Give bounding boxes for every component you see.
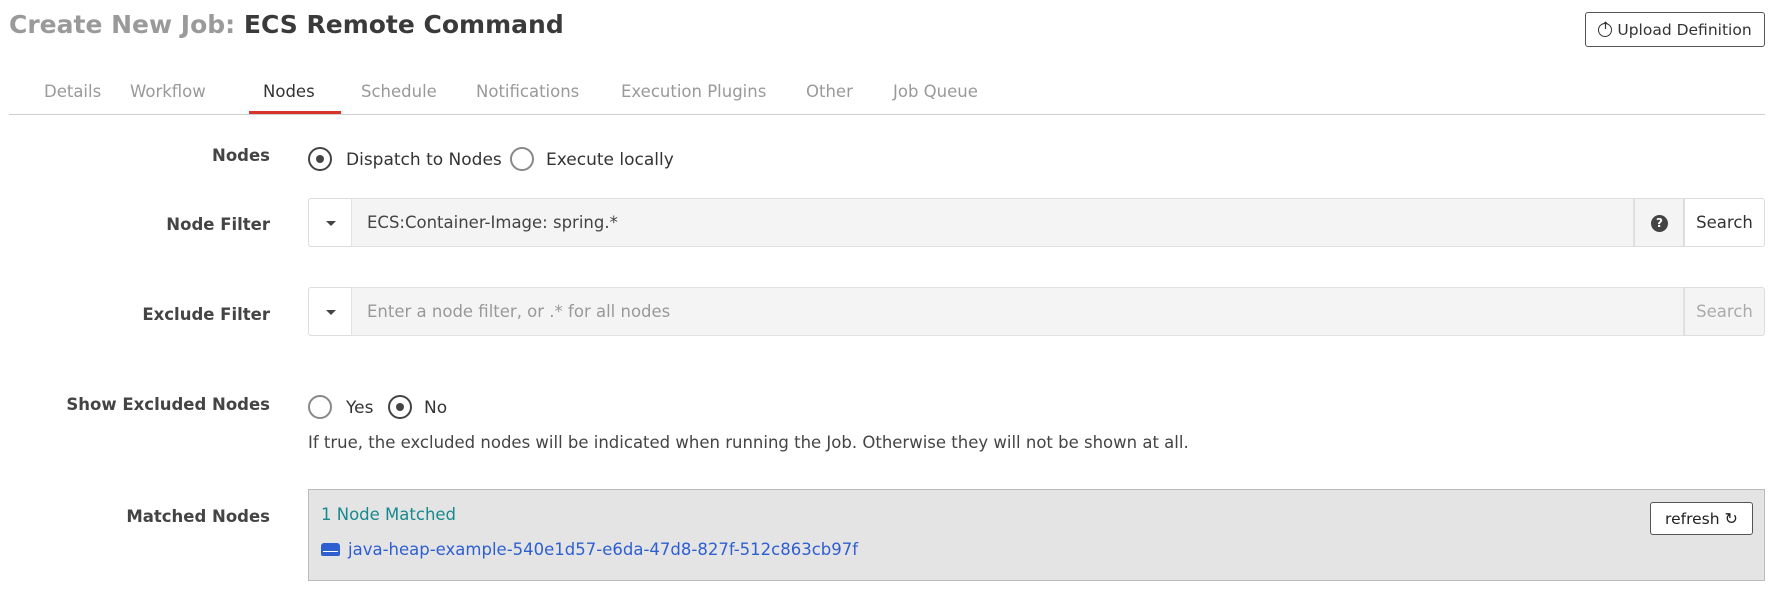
dispatch-to-nodes-label[interactable]: Dispatch to Nodes bbox=[346, 150, 502, 170]
node-filter-label: Node Filter bbox=[166, 215, 270, 234]
show-excluded-label: Show Excluded Nodes bbox=[66, 395, 270, 414]
title-prefix: Create New Job: bbox=[9, 10, 236, 39]
refresh-button[interactable]: refresh ↻ bbox=[1650, 502, 1753, 535]
show-excluded-no-radio[interactable] bbox=[388, 395, 412, 419]
page-title: Create New Job: ECS Remote Command bbox=[9, 10, 564, 39]
show-excluded-no-label[interactable]: No bbox=[424, 398, 447, 418]
tab-bar: Details Workflow Nodes Schedule Notifica… bbox=[9, 76, 1765, 115]
matched-nodes-label: Matched Nodes bbox=[126, 507, 270, 526]
tab-workflow[interactable]: Workflow bbox=[130, 82, 206, 101]
upload-definition-label: Upload Definition bbox=[1617, 20, 1752, 39]
node-filter-input[interactable] bbox=[351, 198, 1634, 247]
tab-details[interactable]: Details bbox=[44, 82, 101, 101]
tab-job-queue[interactable]: Job Queue bbox=[893, 82, 978, 101]
matched-nodes-panel: 1 Node Matched java-heap-example-540e1d5… bbox=[308, 489, 1765, 581]
active-tab-indicator bbox=[249, 111, 341, 114]
hdd-icon bbox=[321, 543, 340, 556]
tab-notifications[interactable]: Notifications bbox=[476, 82, 579, 101]
exclude-filter-input[interactable] bbox=[351, 287, 1684, 336]
filter-help-button[interactable]: ? bbox=[1634, 198, 1684, 247]
node-filter-group: ? Search bbox=[308, 198, 1765, 247]
refresh-label: refresh bbox=[1665, 509, 1720, 528]
upload-definition-button[interactable]: Upload Definition bbox=[1585, 12, 1765, 47]
upload-icon bbox=[1598, 21, 1613, 37]
dispatch-to-nodes-radio[interactable] bbox=[308, 147, 332, 171]
node-filter-search-button[interactable]: Search bbox=[1684, 198, 1765, 247]
matched-node-link[interactable]: java-heap-example-540e1d57-e6da-47d8-827… bbox=[321, 540, 858, 559]
exclude-filter-dropdown-toggle[interactable] bbox=[308, 287, 351, 336]
show-excluded-help-text: If true, the excluded nodes will be indi… bbox=[308, 433, 1189, 452]
execute-locally-radio[interactable] bbox=[510, 147, 534, 171]
exclude-filter-label: Exclude Filter bbox=[142, 305, 270, 324]
question-circle-icon: ? bbox=[1651, 215, 1668, 232]
nodes-label: Nodes bbox=[212, 146, 270, 165]
job-name: ECS Remote Command bbox=[243, 10, 564, 39]
exclude-filter-group: Search bbox=[308, 287, 1765, 336]
matched-count: 1 Node Matched bbox=[321, 505, 457, 524]
show-excluded-yes-radio[interactable] bbox=[308, 395, 332, 419]
execute-locally-label[interactable]: Execute locally bbox=[546, 150, 674, 170]
exclude-filter-search-button[interactable]: Search bbox=[1684, 287, 1765, 336]
show-excluded-yes-label[interactable]: Yes bbox=[346, 398, 373, 418]
tab-nodes[interactable]: Nodes bbox=[263, 82, 315, 101]
refresh-icon: ↻ bbox=[1724, 509, 1738, 528]
tab-other[interactable]: Other bbox=[806, 82, 853, 101]
node-filter-dropdown-toggle[interactable] bbox=[308, 198, 351, 247]
tab-execution-plugins[interactable]: Execution Plugins bbox=[621, 82, 766, 101]
tab-schedule[interactable]: Schedule bbox=[361, 82, 437, 101]
node-name: java-heap-example-540e1d57-e6da-47d8-827… bbox=[348, 540, 859, 559]
